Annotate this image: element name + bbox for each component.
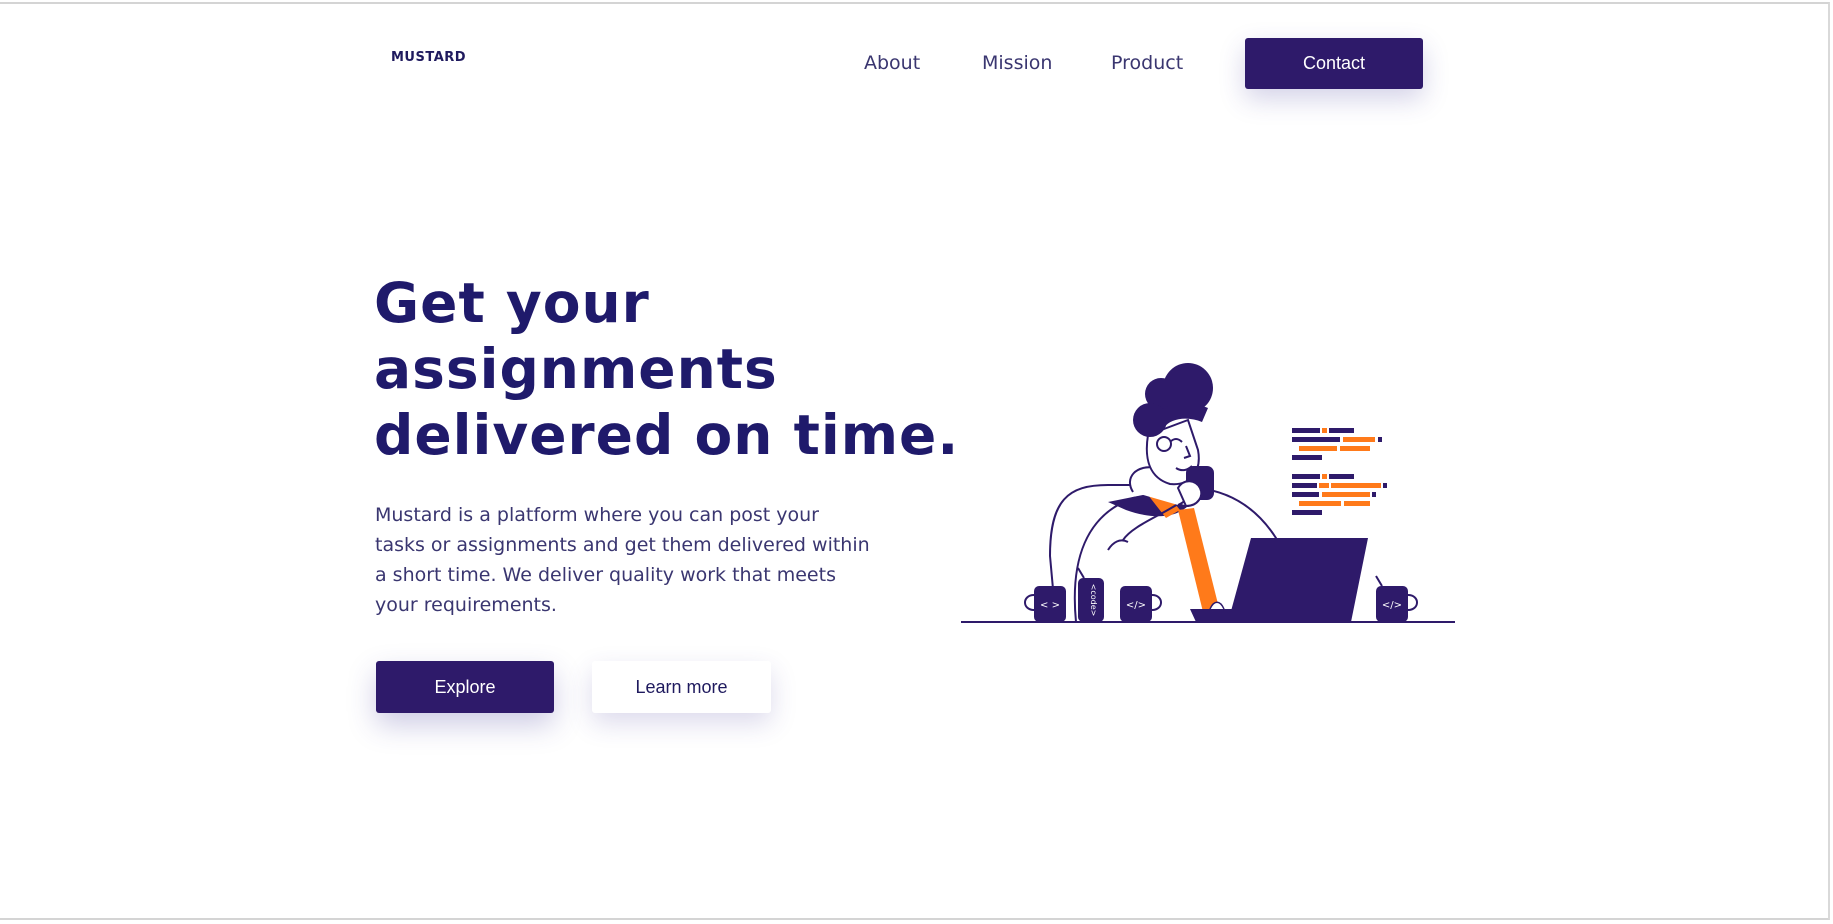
- hero-description: Mustard is a platform where you can post…: [375, 500, 895, 620]
- contact-button[interactable]: Contact: [1245, 38, 1423, 89]
- landing-page: MUSTARD About Mission Product Contact Ge…: [0, 0, 1833, 924]
- nav-about-link[interactable]: About: [864, 52, 920, 74]
- headline-line: assignments: [374, 337, 778, 401]
- description-line: a short time. We deliver quality work th…: [375, 564, 836, 586]
- explore-button[interactable]: Explore: [376, 661, 554, 713]
- nav-mission-link[interactable]: Mission: [982, 52, 1052, 74]
- mug-label: < >: [1040, 600, 1060, 611]
- mug-label: </>: [1382, 600, 1402, 611]
- mug-label: </>: [1126, 600, 1146, 611]
- code-snippet-icon: [1292, 428, 1387, 515]
- description-line: Mustard is a platform where you can post…: [375, 504, 819, 526]
- developer-illustration: < > <code> </> </>: [961, 363, 1455, 623]
- code-mug-icon: < >: [1024, 586, 1066, 622]
- description-line: your requirements.: [375, 594, 557, 616]
- description-line: tasks or assignments and get them delive…: [375, 534, 870, 556]
- headline-line: Get your: [374, 271, 650, 335]
- headline-line: delivered on time.: [374, 403, 960, 467]
- learn-more-button[interactable]: Learn more: [592, 661, 771, 713]
- brand-logo[interactable]: MUSTARD: [391, 50, 466, 65]
- hero-headline: Get your assignments delivered on time.: [374, 270, 960, 468]
- code-mug-icon: </>: [1375, 575, 1418, 622]
- nav-product-link[interactable]: Product: [1111, 52, 1183, 74]
- can-label: <code>: [1089, 584, 1098, 617]
